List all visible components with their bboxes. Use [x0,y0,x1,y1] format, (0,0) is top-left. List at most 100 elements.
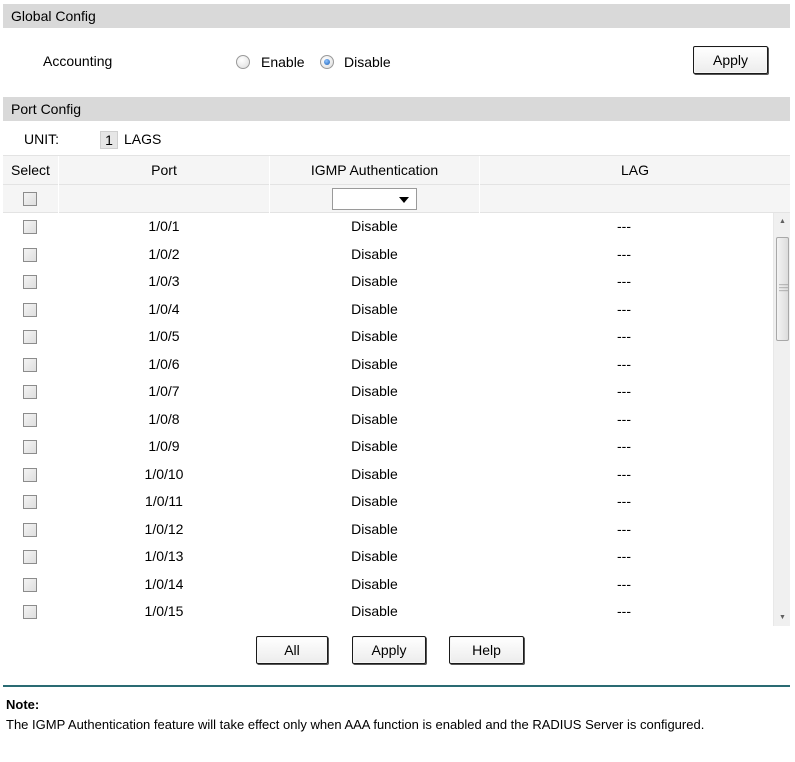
lag-cell: --- [617,245,631,262]
row-select-checkbox[interactable] [23,467,37,482]
lag-cell: --- [617,218,631,234]
table-row: 1/0/3 Disable --- [3,268,768,296]
col-header-select: Select [11,162,50,178]
table-row: 1/0/11 Disable --- [3,488,768,516]
lags-tab[interactable]: LAGS [124,131,161,147]
port-cell: 1/0/5 [148,328,180,344]
row-select-checkbox[interactable] [23,220,37,234]
unit-1-tab[interactable]: 1 [100,131,118,149]
column-divider [58,185,59,213]
row-select-checkbox[interactable] [23,275,37,289]
row-select-checkbox[interactable] [23,605,37,619]
row-select-checkbox[interactable] [23,302,37,317]
igmp-auth-cell: Disable [351,438,398,454]
col-header-port: Port [151,162,177,178]
col-header-igmp-authentication: IGMP Authentication [310,162,439,178]
port-cell: 1/0/15 [144,603,184,619]
note-title: Note: [6,697,40,712]
igmp-auth-cell: Disable [351,273,398,289]
table-row: 1/0/4 Disable --- [3,295,768,323]
table-row: 1/0/2 Disable --- [3,240,768,268]
unit-label: UNIT: [24,131,59,147]
accounting-label: Accounting [43,53,113,69]
row-select-checkbox[interactable] [23,440,37,454]
port-cell: 1/0/1 [148,218,180,234]
port-cell: 1/0/12 [144,520,184,537]
lag-cell: --- [617,355,631,372]
lag-cell: --- [617,328,631,344]
grip-icon: — — — [779,279,788,295]
igmp-auth-cell: Disable [351,520,398,537]
igmp-auth-cell: Disable [351,383,398,399]
scrollbar-thumb[interactable]: — — — [776,237,789,341]
row-select-checkbox[interactable] [23,522,37,537]
igmp-auth-cell: Disable [351,245,398,262]
select-all-button[interactable]: All [256,636,328,664]
lag-cell: --- [617,273,631,289]
accounting-disable-label: Disable [344,54,391,70]
scroll-down-arrow-icon[interactable]: ▼ [774,609,790,626]
table-row: 1/0/14 Disable --- [3,570,768,598]
igmp-auth-cell: Disable [351,300,398,317]
help-button[interactable]: Help [449,636,524,664]
select-all-checkbox[interactable] [23,192,37,206]
igmp-auth-cell: Disable [351,548,398,564]
port-cell: 1/0/9 [148,438,180,454]
igmp-auth-cell: Disable [351,493,398,509]
table-row: 1/0/6 Disable --- [3,350,768,378]
accounting-disable-radio[interactable] [320,55,334,69]
igmp-auth-cell: Disable [351,575,398,592]
row-select-checkbox[interactable] [23,577,37,592]
lag-cell: --- [617,548,631,564]
col-header-lag: LAG [620,162,649,178]
port-cell: 1/0/3 [148,273,180,289]
lag-cell: --- [617,520,631,537]
lag-cell: --- [617,575,631,592]
global-config-header: Global Config [3,4,790,28]
port-list-scrollbar[interactable]: ▲ — — — ▼ [773,213,790,626]
row-select-checkbox[interactable] [23,412,37,427]
accounting-enable-radio[interactable] [236,55,250,69]
row-select-checkbox[interactable] [23,247,37,262]
table-row: 1/0/5 Disable --- [3,323,768,351]
port-cell: 1/0/2 [148,245,180,262]
row-select-checkbox[interactable] [23,550,37,564]
port-cell: 1/0/14 [144,575,184,592]
port-config-header: Port Config [3,97,790,121]
table-row: 1/0/13 Disable --- [3,543,768,571]
table-row: 1/0/7 Disable --- [3,378,768,406]
note-text: The IGMP Authentication feature will tak… [6,717,705,732]
igmp-auth-cell: Disable [351,328,398,344]
global-apply-button[interactable]: Apply [693,46,768,74]
igmp-auth-cell: Disable [351,410,398,427]
row-select-checkbox[interactable] [23,495,37,509]
igmp-auth-filter-select[interactable] [332,188,417,210]
lag-cell: --- [617,603,631,619]
column-divider [269,185,270,213]
table-row: 1/0/12 Disable --- [3,515,768,543]
table-row: 1/0/10 Disable --- [3,460,768,488]
igmp-auth-cell: Disable [351,218,398,234]
lag-cell: --- [617,493,631,509]
row-select-checkbox[interactable] [23,385,37,399]
chevron-down-icon [399,197,409,203]
port-cell: 1/0/13 [144,548,184,564]
accounting-enable-label: Enable [261,54,305,70]
scroll-up-arrow-icon[interactable]: ▲ [774,213,790,230]
port-cell: 1/0/4 [148,300,180,317]
row-select-checkbox[interactable] [23,330,37,344]
port-cell: 1/0/10 [144,465,184,482]
row-select-checkbox[interactable] [23,357,37,372]
table-row: 1/0/9 Disable --- [3,433,768,461]
column-divider [479,185,480,213]
lag-cell: --- [617,465,631,482]
port-list[interactable]: 1/0/1 Disable --- 1/0/2 Disable --- 1/0/3 Disab… [3,213,790,626]
lag-cell: --- [617,383,631,399]
igmp-auth-cell: Disable [351,465,398,482]
lag-cell: --- [617,300,631,317]
igmp-auth-cell: Disable [351,603,398,619]
table-row: 1/0/1 Disable --- [3,213,768,241]
global-config-title: Global Config [11,8,96,24]
port-apply-button[interactable]: Apply [352,636,426,664]
table-row: 1/0/8 Disable --- [3,405,768,433]
